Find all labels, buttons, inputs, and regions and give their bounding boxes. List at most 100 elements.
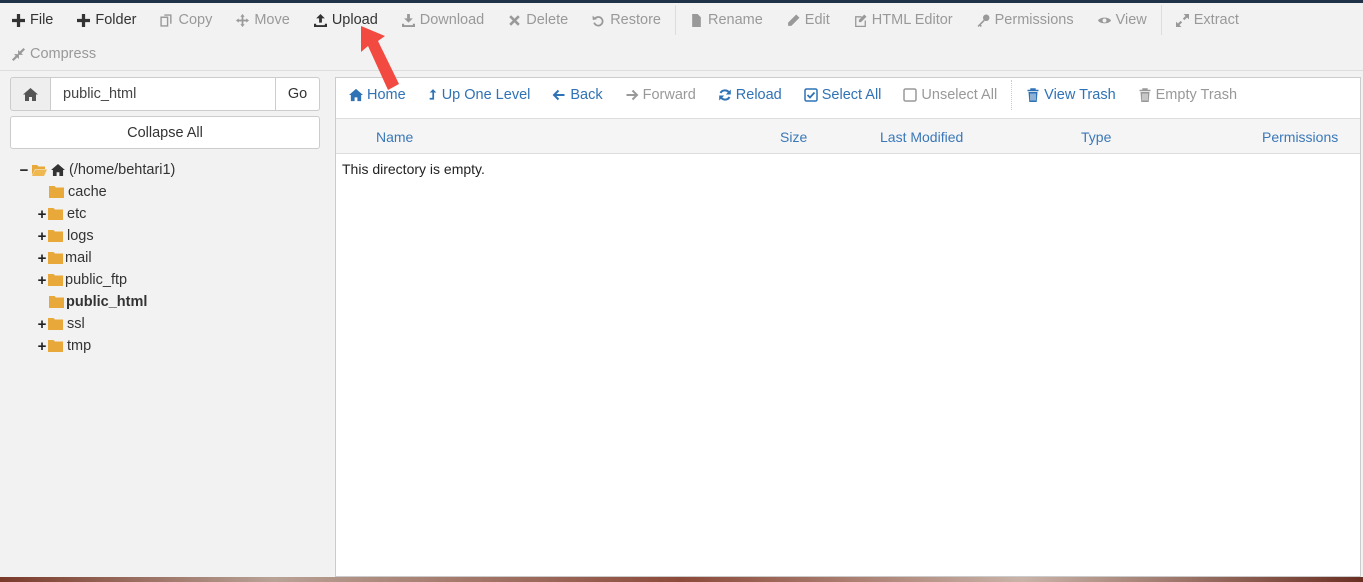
view-button[interactable]: View xyxy=(1086,3,1159,37)
file-table-header: Name Size Last Modified Type Permissions xyxy=(336,118,1360,154)
column-header-permissions[interactable]: Permissions xyxy=(1262,119,1338,155)
view-trash-button[interactable]: View Trash xyxy=(1015,78,1126,112)
forward-label: Forward xyxy=(642,87,696,103)
expand-toggle-icon[interactable]: + xyxy=(36,316,48,333)
folder-icon xyxy=(48,274,63,286)
unselect-all-label: Unselect All xyxy=(921,87,998,103)
tree-item-cache[interactable]: cache xyxy=(49,181,107,203)
move-label: Move xyxy=(254,12,290,28)
delete-label: Delete xyxy=(526,12,569,28)
back-label: Back xyxy=(570,87,603,103)
select-all-label: Select All xyxy=(821,87,882,103)
path-home-button[interactable] xyxy=(10,77,51,111)
html-editor-button[interactable]: HTML Editor xyxy=(842,3,965,37)
edit-button[interactable]: Edit xyxy=(775,3,842,37)
expand-toggle-icon[interactable]: + xyxy=(36,272,48,289)
html-editor-label: HTML Editor xyxy=(871,12,953,28)
collapse-toggle-icon[interactable]: − xyxy=(18,162,30,179)
expand-toggle-icon[interactable]: + xyxy=(36,228,48,245)
restore-button[interactable]: Restore xyxy=(580,3,673,37)
folder-icon xyxy=(49,296,64,308)
folder-icon xyxy=(48,318,63,330)
nav-divider xyxy=(1011,80,1013,110)
tree-root[interactable]: − (/home/behtari1) xyxy=(18,159,176,181)
main-toolbar: File Folder Copy Move Upload Download De… xyxy=(0,3,1363,71)
select-all-button[interactable]: Select All xyxy=(793,78,893,112)
column-header-type[interactable]: Type xyxy=(1081,119,1111,155)
column-header-name[interactable]: Name xyxy=(376,119,413,155)
forward-button[interactable]: Forward xyxy=(614,78,707,112)
permissions-button[interactable]: Permissions xyxy=(965,3,1086,37)
back-button[interactable]: Back xyxy=(541,78,613,112)
folder-open-icon xyxy=(32,165,47,176)
file-icon xyxy=(692,13,701,27)
empty-trash-button[interactable]: Empty Trash xyxy=(1127,78,1248,112)
tree-item-tmp[interactable]: + tmp xyxy=(36,335,92,357)
annotation-arrow-icon xyxy=(361,26,399,90)
refresh-icon xyxy=(718,89,731,101)
new-file-label: File xyxy=(30,12,54,28)
tree-item-etc[interactable]: + etc xyxy=(36,203,87,225)
tree-item-public-ftp[interactable]: + public_ftp xyxy=(36,269,127,291)
tree-item-label-current: public_html xyxy=(66,294,148,310)
trash-icon xyxy=(1139,88,1151,102)
extract-button[interactable]: Extract xyxy=(1164,3,1251,37)
download-label: Download xyxy=(419,12,485,28)
view-label: View xyxy=(1115,12,1147,28)
up-one-level-button[interactable]: Up One Level xyxy=(417,78,542,112)
go-button[interactable]: Go xyxy=(276,77,320,111)
home-icon xyxy=(51,164,65,176)
checkbox-checked-icon xyxy=(804,88,818,102)
tree-item-label: etc xyxy=(67,206,87,222)
key-icon xyxy=(977,14,990,27)
eye-icon xyxy=(1097,17,1111,23)
folder-icon xyxy=(48,252,63,264)
restore-label: Restore xyxy=(610,12,661,28)
permissions-label: Permissions xyxy=(994,12,1074,28)
folder-icon xyxy=(49,186,64,198)
tree-item-public-html[interactable]: public_html xyxy=(49,291,147,313)
compress-button[interactable]: Compress xyxy=(0,37,108,71)
empty-trash-label: Empty Trash xyxy=(1155,87,1238,103)
path-input[interactable] xyxy=(51,77,276,111)
path-bar: Go xyxy=(10,77,320,111)
expand-icon xyxy=(1175,13,1189,27)
arrow-left-icon xyxy=(552,89,565,101)
expand-toggle-icon[interactable]: + xyxy=(36,250,48,267)
rename-button[interactable]: Rename xyxy=(678,3,775,37)
up-one-level-label: Up One Level xyxy=(441,87,531,103)
arrow-right-icon xyxy=(626,89,639,101)
toolbar-divider xyxy=(674,5,676,35)
tree-item-label: logs xyxy=(67,228,94,244)
reload-label: Reload xyxy=(735,87,782,103)
new-folder-button[interactable]: Folder xyxy=(65,3,148,37)
column-header-size[interactable]: Size xyxy=(780,119,807,155)
download-button[interactable]: Download xyxy=(390,3,497,37)
delete-button[interactable]: Delete xyxy=(496,3,580,37)
tree-root-label: (/home/behtari1) xyxy=(69,162,176,178)
tree-item-label: cache xyxy=(68,184,107,200)
expand-toggle-icon[interactable]: + xyxy=(36,206,48,223)
collapse-all-button[interactable]: Collapse All xyxy=(10,116,320,149)
upload-icon xyxy=(313,13,327,27)
reload-button[interactable]: Reload xyxy=(707,78,793,112)
tree-item-mail[interactable]: + mail xyxy=(36,247,92,269)
tree-item-ssl[interactable]: + ssl xyxy=(36,313,85,335)
copy-button[interactable]: Copy xyxy=(148,3,224,37)
column-header-last-modified[interactable]: Last Modified xyxy=(880,119,963,155)
folder-icon xyxy=(48,208,63,220)
unselect-all-button[interactable]: Unselect All xyxy=(892,78,1008,112)
new-folder-label: Folder xyxy=(95,12,137,28)
view-trash-label: View Trash xyxy=(1044,87,1116,103)
expand-toggle-icon[interactable]: + xyxy=(36,338,48,355)
trash-icon xyxy=(1027,88,1039,102)
toolbar-divider xyxy=(1160,5,1162,35)
navigation-bar: Home Up One Level Back Forward Reload Se… xyxy=(336,78,1360,112)
toolbar-row-2: Compress xyxy=(0,37,108,71)
directory-tree-panel: Go Collapse All − (/home/behtari1) cache… xyxy=(0,71,328,577)
tree-item-logs[interactable]: + logs xyxy=(36,225,94,247)
edit-square-icon xyxy=(854,14,867,27)
move-button[interactable]: Move xyxy=(224,3,301,37)
new-file-button[interactable]: File xyxy=(0,3,65,37)
plus-icon xyxy=(77,13,91,27)
